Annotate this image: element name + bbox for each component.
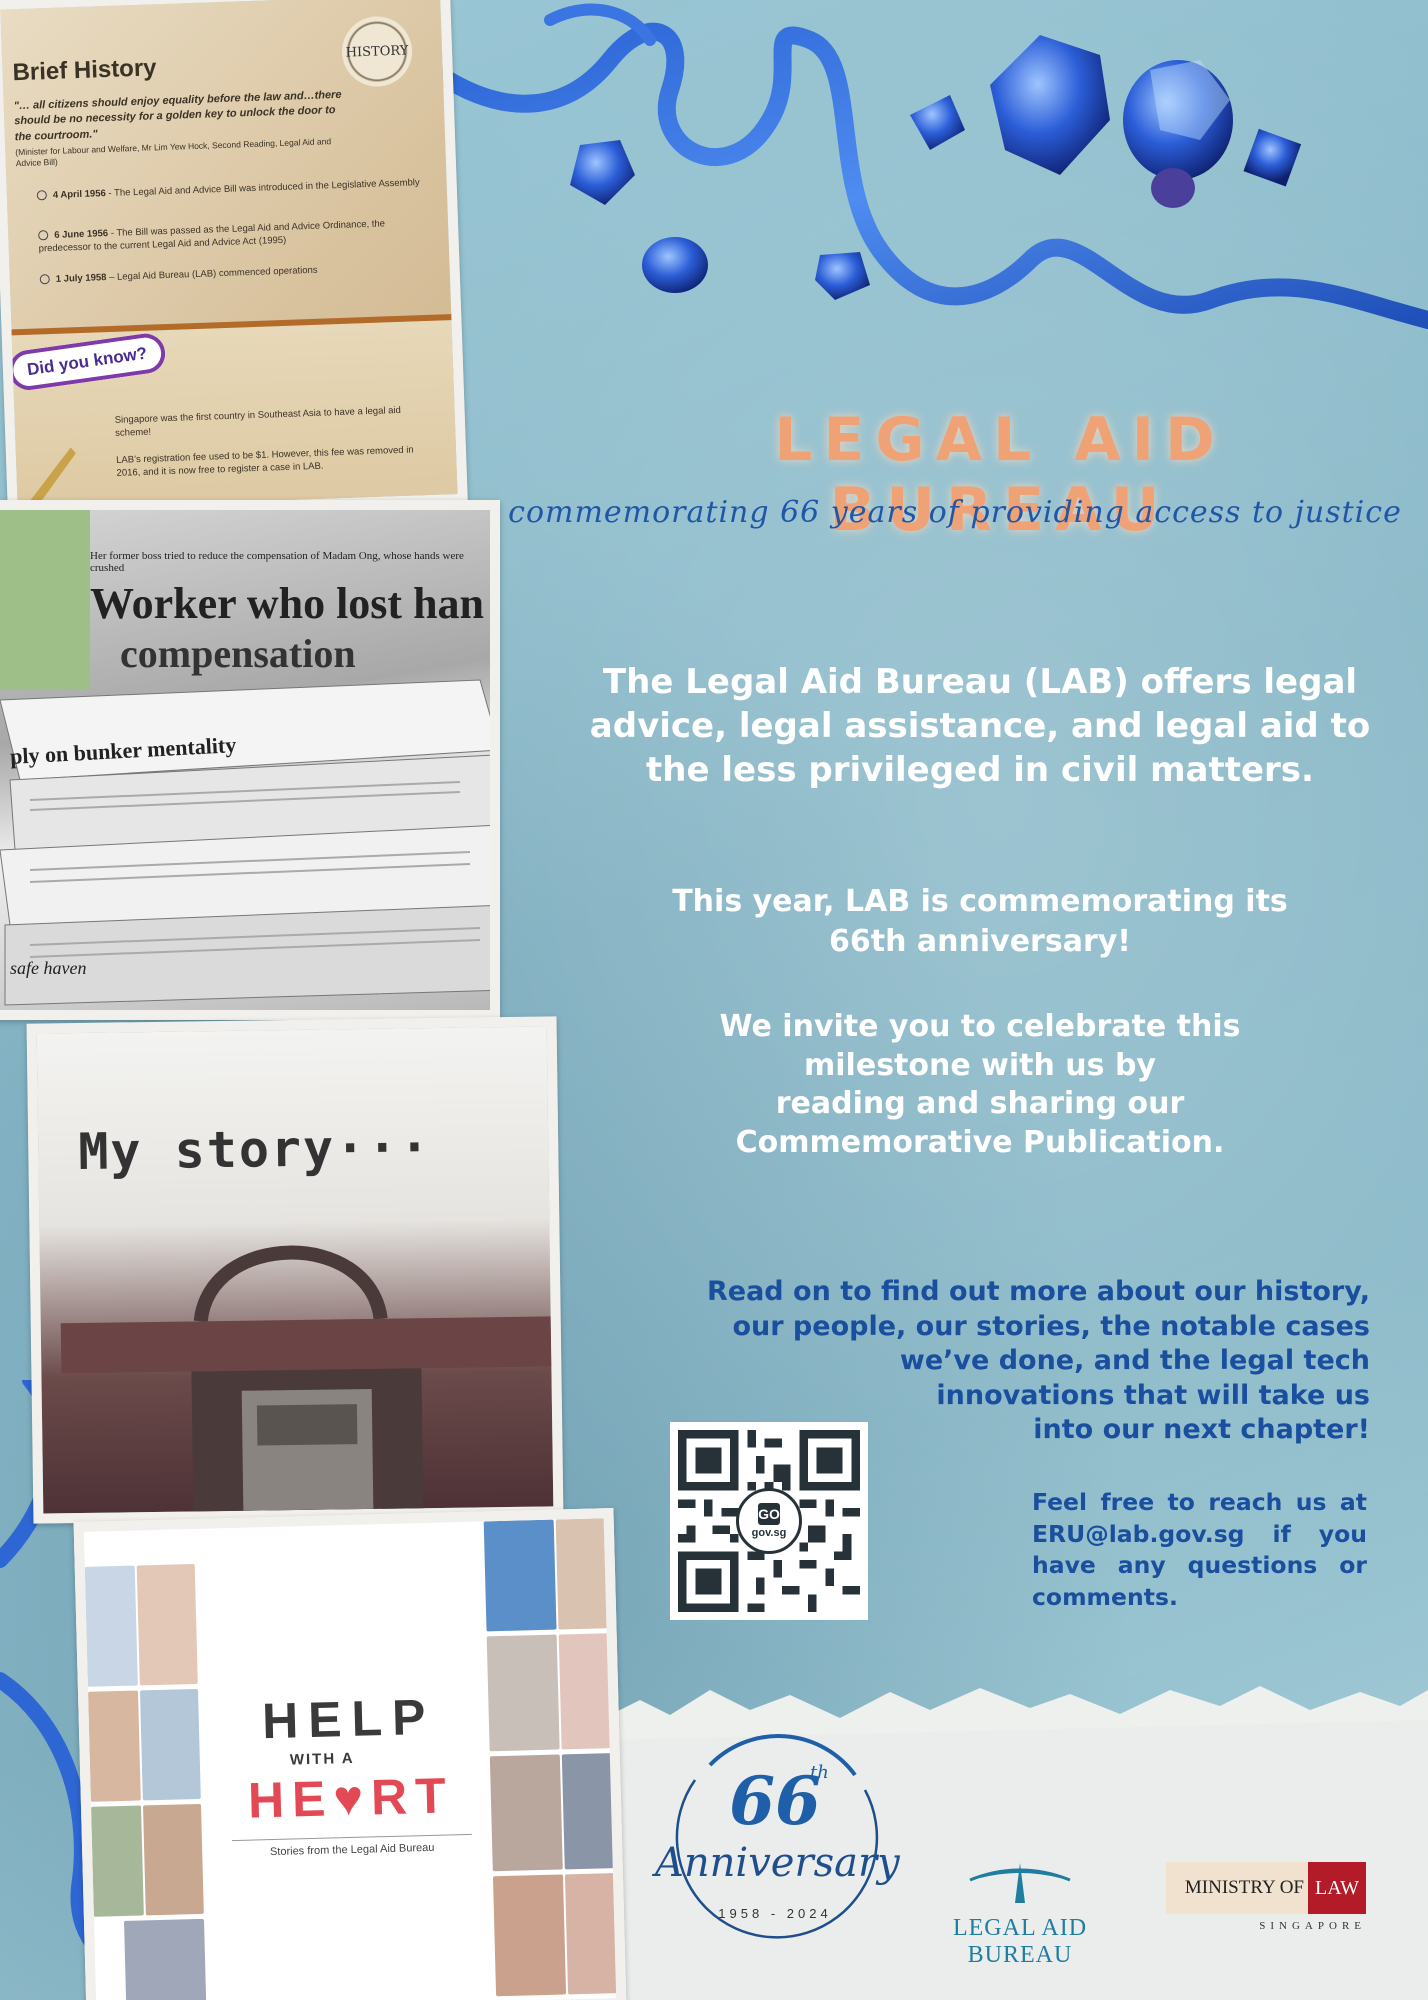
- book-word-with-a: WITH A: [289, 1749, 355, 1769]
- anniversary-number: 66: [729, 1762, 821, 1840]
- photo-column-right: [483, 1517, 627, 2000]
- book-caption: Stories from the Legal Aid Bureau: [231, 1833, 473, 1860]
- history-stamp: HISTORY: [340, 15, 414, 88]
- invite-paragraph: We invite you to celebrate this mileston…: [719, 1009, 1241, 1160]
- mol-right-text: LAW: [1308, 1862, 1366, 1914]
- anniversary-paragraph: This year, LAB is commemorating its 66th…: [672, 884, 1288, 959]
- collage-column: HISTORY Brief History "… all citizens sh…: [0, 0, 627, 2000]
- anniversary-suffix: th: [810, 1762, 829, 1783]
- book-cover-title: HELP WITH A HE♥RT Stories from the Legal…: [228, 1687, 473, 1860]
- lab-logo-text: LEGAL AID BUREAU: [952, 1915, 1088, 1968]
- contact-paragraph[interactable]: Feel free to reach us at ERU@lab.gov.sg …: [1032, 1487, 1367, 1613]
- lab-logo: LEGAL AID BUREAU: [900, 1855, 1140, 1969]
- history-title: Brief History: [12, 54, 157, 87]
- mol-country: SINGAPORE: [1259, 1920, 1366, 1932]
- timeline-item: 4 April 1956 - The Legal Aid and Advice …: [36, 177, 437, 204]
- magnifier-icon: [36, 190, 48, 201]
- intro-paragraph: The Legal Aid Bureau (LAB) offers legal …: [589, 662, 1371, 790]
- qr-code[interactable]: GO gov.sg: [670, 1422, 868, 1620]
- news-headline: safe haven: [10, 958, 87, 978]
- page-subtitle: commemorating 66 years of providing acce…: [508, 495, 1402, 530]
- timeline-item: 6 June 1956 - The Bill was passed as the…: [38, 218, 386, 255]
- typewriter-icon: [60, 1245, 552, 1524]
- magnifier-icon: [39, 274, 50, 285]
- anniversary-word: Anniversary: [655, 1840, 900, 1886]
- book-word-help: HELP: [261, 1688, 437, 1750]
- ministry-of-law-logo: MINISTRY OF LAW SINGAPORE: [1166, 1862, 1366, 1932]
- anniversary-years: 1958 - 2024: [718, 1906, 832, 1921]
- mol-left-text: MINISTRY OF: [1166, 1862, 1308, 1914]
- history-panel: HISTORY Brief History "… all citizens sh…: [0, 0, 468, 520]
- news-headline: Worker who lost han: [90, 579, 485, 628]
- anniversary-logo: 66 th Anniversary 1958 - 2024: [655, 1720, 900, 1960]
- help-with-a-heart-panel: HELP WITH A HE♥RT Stories from the Legal…: [73, 1508, 627, 2000]
- news-line: Her former boss tried to reduce the comp…: [90, 550, 464, 574]
- scales-icon: [969, 1863, 1071, 1903]
- gov-sg-logo: GO gov.sg: [736, 1488, 802, 1554]
- my-story-text: My story···: [77, 1118, 432, 1182]
- photo-column-left: [84, 1529, 207, 2000]
- newspaper-panel: Her former boss tried to reduce the comp…: [0, 500, 500, 1020]
- my-story-panel: My story···: [26, 1016, 564, 1524]
- book-word-heart: HE♥RT: [247, 1767, 455, 1829]
- magnifier-icon: [38, 230, 49, 241]
- timeline-item: 1 July 1958 – Legal Aid Bureau (LAB) com…: [39, 260, 440, 287]
